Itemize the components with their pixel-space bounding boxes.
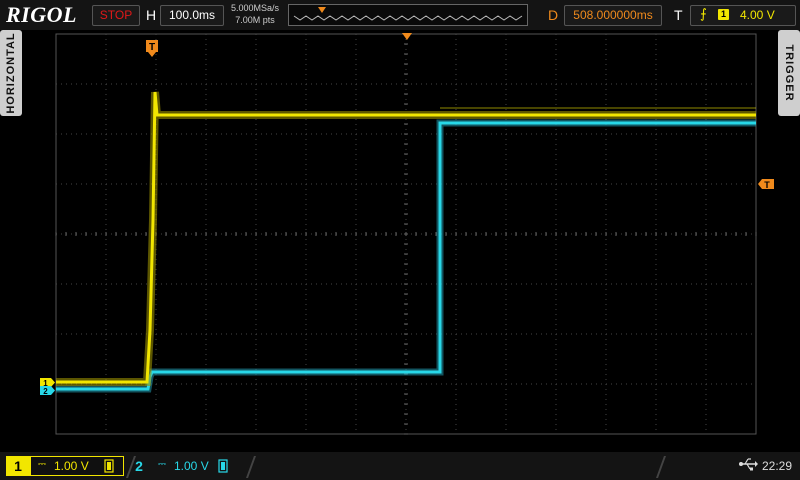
- trigger-level-marker[interactable]: T: [758, 179, 774, 190]
- run-state-label: STOP: [99, 8, 133, 22]
- rising-edge-icon: ⨍: [700, 6, 707, 21]
- bandwidth-limit-icon: [218, 459, 228, 473]
- trigger-tab-label: TRIGGER: [783, 44, 795, 102]
- horizontal-tab-label: HORIZONTAL: [5, 32, 17, 114]
- ch1-button[interactable]: 1: [6, 456, 30, 476]
- trigger-menu-tab[interactable]: TRIGGER: [778, 30, 800, 116]
- ch1-trace: [56, 91, 756, 386]
- delay-value: 508.000000ms: [573, 8, 653, 22]
- ch1-scale: 1.00 V: [54, 459, 89, 473]
- delay-label: D: [548, 7, 559, 23]
- trigger-level-value: 4.00 V: [740, 8, 775, 22]
- ch2-button[interactable]: 2: [130, 456, 148, 476]
- trigger-level-text: T: [764, 180, 770, 190]
- bandwidth-limit-icon: [104, 459, 114, 473]
- trigger-source-badge: 1: [718, 9, 729, 20]
- ch2-ground-marker[interactable]: 2: [40, 386, 55, 396]
- memory-overview-bar[interactable]: [288, 4, 528, 26]
- dc-coupling-icon: ⎓: [158, 459, 166, 470]
- timebase-value: 100.0ms: [168, 8, 216, 22]
- sample-rate: 5.000MSa/s: [230, 3, 280, 13]
- ch2-marker-text: 2: [43, 387, 48, 396]
- trigger-position-text: T: [149, 42, 155, 53]
- trigger-label: T: [674, 7, 683, 23]
- horizontal-label: H: [146, 7, 157, 23]
- memory-depth: 7.00M pts: [235, 15, 275, 25]
- waveform-display[interactable]: T T 1 2: [0, 30, 800, 450]
- dc-coupling-icon: ⎓: [38, 459, 46, 470]
- brand-logo: RIGOL: [6, 2, 77, 27]
- horizontal-center-marker: [402, 33, 412, 40]
- horizontal-menu-tab[interactable]: HORIZONTAL: [0, 30, 22, 116]
- ch2-scale: 1.00 V: [174, 459, 209, 473]
- clock: 22:29: [762, 459, 793, 473]
- usb-icon: [738, 457, 758, 474]
